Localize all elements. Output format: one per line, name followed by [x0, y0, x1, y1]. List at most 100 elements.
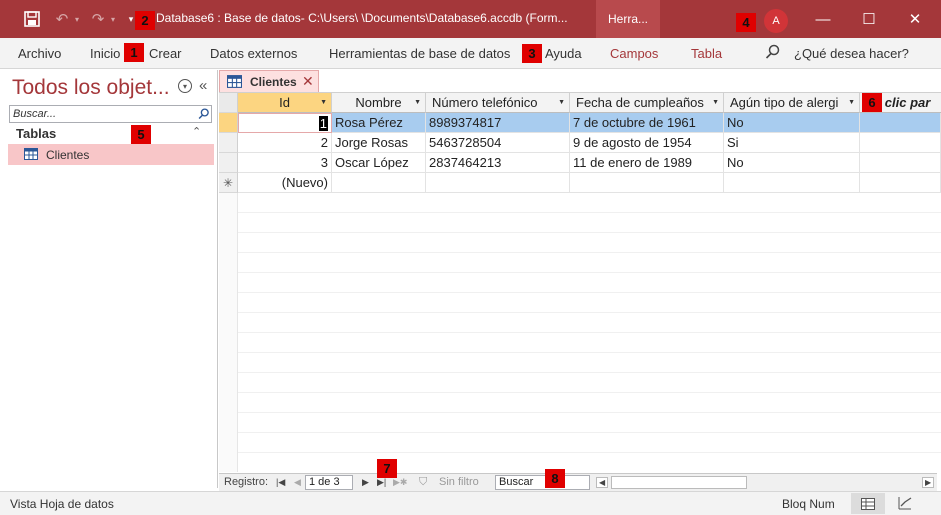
tab-inicio[interactable]: Inicio — [90, 46, 120, 61]
sort-filter-icon[interactable]: ▼ — [414, 99, 421, 106]
horizontal-scrollbar-thumb[interactable] — [611, 476, 747, 489]
cell-empty[interactable] — [724, 173, 860, 193]
row-selector[interactable] — [219, 133, 238, 153]
sort-filter-icon[interactable]: ▼ — [558, 99, 565, 106]
cell-empty[interactable] — [426, 173, 570, 193]
cell-id[interactable]: 3 — [238, 153, 332, 173]
cell-empty[interactable] — [860, 153, 941, 173]
row-selector[interactable] — [219, 153, 238, 173]
marker-3: 3 — [522, 44, 542, 63]
cell-new-id[interactable]: (Nuevo) — [238, 173, 332, 193]
cell-empty[interactable] — [860, 113, 941, 133]
column-header-id[interactable]: Id ▼ — [238, 93, 332, 113]
cell-nombre[interactable]: Jorge Rosas — [332, 133, 426, 153]
marker-2: 2 — [135, 11, 155, 30]
last-record-icon[interactable]: ▶| — [377, 477, 386, 488]
cell-id[interactable]: 1 — [238, 113, 332, 133]
column-header-label: Nombre — [355, 95, 402, 110]
status-bar: Vista Hoja de datos Bloq Num — [0, 491, 941, 515]
tab-ayuda[interactable]: Ayuda — [545, 46, 582, 61]
tab-campos[interactable]: Campos — [610, 46, 658, 61]
sort-filter-icon[interactable]: ▼ — [320, 99, 327, 106]
cell-empty[interactable] — [570, 173, 724, 193]
cell-id[interactable]: 2 — [238, 133, 332, 153]
tab-archivo[interactable]: Archivo — [18, 46, 61, 61]
search-icon[interactable] — [765, 44, 781, 63]
cell-nombre[interactable]: Rosa Pérez — [332, 113, 426, 133]
column-header-label: Fecha de cumpleaños — [576, 95, 704, 110]
tab-clientes[interactable]: Clientes ✕ — [219, 70, 319, 92]
cell-fecha[interactable]: 7 de octubre de 1961 — [570, 113, 724, 133]
datasheet-view-icon[interactable] — [851, 493, 885, 514]
redo-icon[interactable]: ↷ — [88, 9, 108, 29]
context-tab-label[interactable]: Herra... — [596, 0, 660, 38]
record-search-input[interactable]: Buscar — [495, 475, 590, 490]
new-row-selector[interactable]: ✳ — [219, 173, 238, 193]
navigation-pane: Todos los objet... ▾ « Buscar... Tablas … — [4, 70, 218, 488]
nav-group-tablas[interactable]: Tablas — [16, 126, 56, 141]
design-view-icon[interactable] — [897, 495, 913, 514]
nav-search-input[interactable]: Buscar... — [9, 105, 212, 123]
close-icon[interactable]: ✕ — [892, 0, 938, 38]
marker-5: 5 — [131, 125, 151, 144]
minimize-icon[interactable]: — — [800, 0, 846, 38]
cell-empty[interactable] — [860, 173, 941, 193]
maximize-icon[interactable]: ☐ — [846, 0, 892, 38]
nav-search-icon[interactable] — [195, 105, 212, 123]
datasheet-area: Clientes ✕ Id ▼ Nombre ▼ Número telefóni… — [219, 70, 941, 488]
undo-dropdown-icon[interactable]: ▾ — [72, 9, 82, 29]
record-label: Registro: — [224, 476, 269, 488]
first-record-icon[interactable]: |◀ — [276, 477, 285, 488]
marker-6: 6 — [862, 93, 882, 112]
filter-status[interactable]: Sin filtro — [439, 476, 479, 488]
tab-tabla[interactable]: Tabla — [691, 46, 722, 61]
marker-7: 7 — [377, 459, 397, 478]
cell-empty[interactable] — [860, 133, 941, 153]
record-navigation-bar: Registro: |◀ ◀ 1 de 3 ▶ ▶| ▶✱ ⛉ Sin filt… — [219, 473, 937, 491]
cell-fecha[interactable]: 9 de agosto de 1954 — [570, 133, 724, 153]
sort-filter-icon[interactable]: ▼ — [712, 99, 719, 106]
select-all-corner[interactable] — [219, 93, 238, 113]
sort-filter-icon[interactable]: ▼ — [848, 99, 855, 106]
column-header-label: Número telefónico — [432, 95, 538, 110]
cell-telefono[interactable]: 5463728504 — [426, 133, 570, 153]
tab-datos-externos[interactable]: Datos externos — [210, 46, 297, 61]
record-position-input[interactable]: 1 de 3 — [305, 475, 353, 490]
scroll-left-icon[interactable]: ◀ — [596, 477, 609, 488]
scroll-right-icon[interactable]: ▶ — [922, 477, 935, 488]
cell-alergia[interactable]: No — [724, 113, 860, 133]
nav-menu-icon[interactable]: ▾ — [178, 79, 192, 93]
tell-me-search[interactable]: ¿Qué desea hacer? — [794, 46, 909, 61]
filter-icon[interactable]: ⛉ — [419, 476, 427, 489]
cell-alergia[interactable]: No — [724, 153, 860, 173]
column-header-telefono[interactable]: Número telefónico ▼ — [426, 93, 570, 113]
table-icon — [24, 148, 38, 163]
column-header-label: Agún tipo de alergi — [730, 95, 839, 110]
table-icon — [227, 75, 242, 91]
cell-alergia[interactable]: Si — [724, 133, 860, 153]
collapse-pane-icon[interactable]: « — [199, 77, 207, 94]
tab-clientes-label: Clientes — [250, 75, 297, 89]
column-header-alergia[interactable]: Agún tipo de alergi ▼ — [724, 93, 860, 113]
save-icon[interactable] — [22, 9, 42, 29]
avatar[interactable]: A — [764, 9, 788, 33]
cell-empty[interactable] — [332, 173, 426, 193]
undo-icon[interactable]: ↶ — [52, 9, 72, 29]
next-record-icon[interactable]: ▶ — [362, 477, 369, 488]
cell-telefono[interactable]: 2837464213 — [426, 153, 570, 173]
column-header-fecha[interactable]: Fecha de cumpleaños ▼ — [570, 93, 724, 113]
previous-record-icon[interactable]: ◀ — [294, 477, 301, 488]
cell-fecha[interactable]: 11 de enero de 1989 — [570, 153, 724, 173]
cell-nombre[interactable]: Oscar López — [332, 153, 426, 173]
tab-crear[interactable]: Crear — [149, 46, 182, 61]
redo-dropdown-icon[interactable]: ▾ — [108, 9, 118, 29]
new-record-icon[interactable]: ▶✱ — [393, 477, 407, 488]
close-tab-icon[interactable]: ✕ — [302, 73, 314, 90]
nav-item-clientes[interactable]: Clientes — [8, 144, 214, 165]
collapse-group-icon[interactable]: ⌃ — [192, 125, 201, 138]
cell-telefono[interactable]: 8989374817 — [426, 113, 570, 133]
nav-pane-title[interactable]: Todos los objet... — [12, 76, 170, 100]
row-selector[interactable] — [219, 113, 238, 133]
column-header-nombre[interactable]: Nombre ▼ — [332, 93, 426, 113]
tab-herramientas[interactable]: Herramientas de base de datos — [329, 46, 510, 61]
